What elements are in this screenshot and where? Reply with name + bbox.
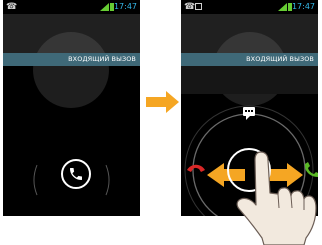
incoming-call-banner: ВХОДЯЩИЙ ВЫЗОВ [181, 53, 318, 66]
phone-icon: ☎ [6, 2, 18, 12]
phone-screen-before: ☎ 17:47 ВХОДЯЩИЙ ВЫЗОВ [3, 0, 140, 216]
decline-call-icon[interactable] [187, 164, 205, 172]
status-bar: ☎ 17:47 [3, 0, 140, 14]
clock: 17:47 [113, 2, 137, 11]
phone-icon [70, 168, 82, 180]
answer-handle[interactable] [61, 159, 91, 189]
picture-icon [195, 3, 202, 10]
status-bar: ☎ 17:47 [181, 0, 318, 14]
message-icon[interactable] [243, 107, 255, 120]
incoming-call-label: ВХОДЯЩИЙ ВЫЗОВ [68, 55, 136, 63]
phone-icon: ☎ [184, 2, 196, 12]
incoming-call-label: ВХОДЯЩИЙ ВЫЗОВ [246, 55, 314, 63]
signal-icon [278, 3, 287, 11]
signal-icon [100, 3, 109, 11]
pointing-hand-icon [236, 151, 317, 245]
transition-arrow [146, 91, 179, 113]
clock: 17:47 [291, 2, 315, 11]
incoming-call-banner: ВХОДЯЩИЙ ВЫЗОВ [3, 53, 140, 66]
